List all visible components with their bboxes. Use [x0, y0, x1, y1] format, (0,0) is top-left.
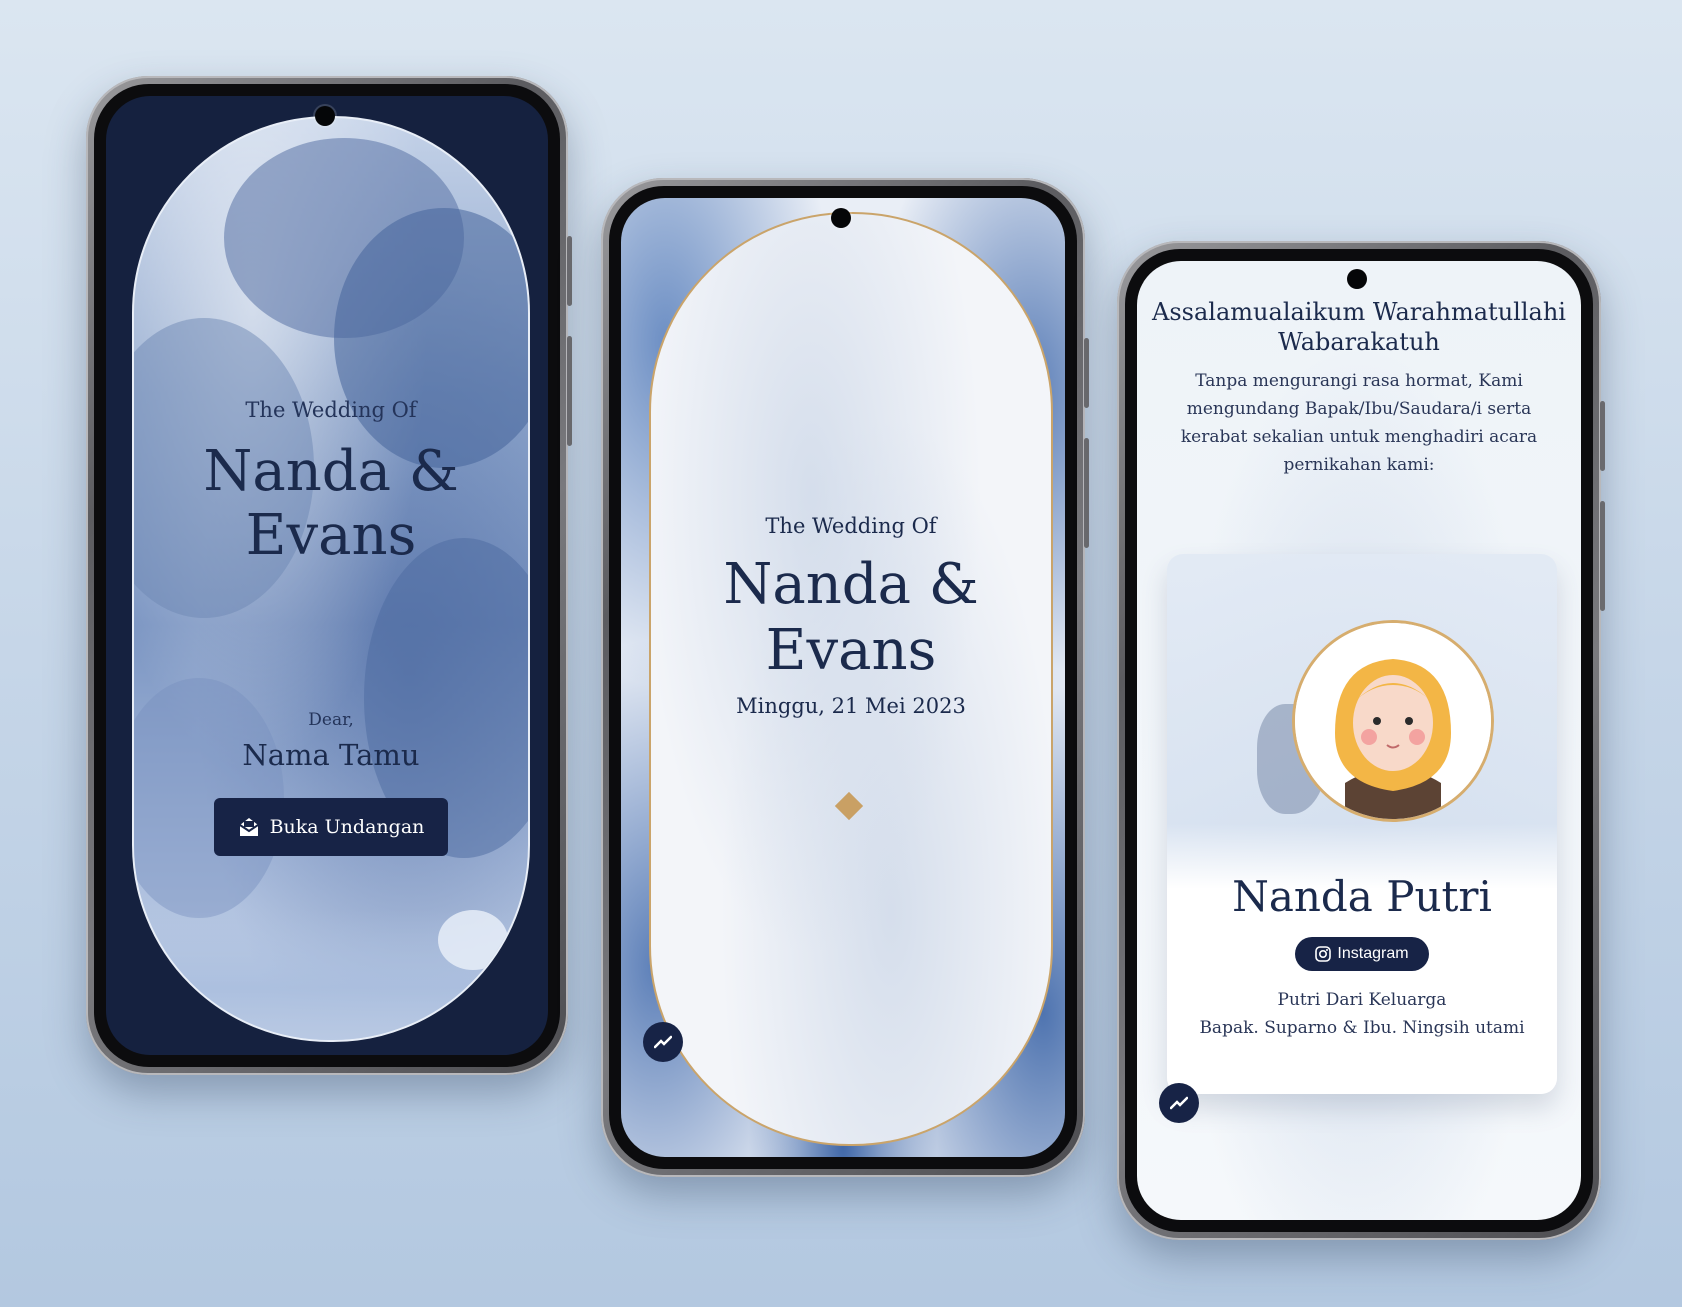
instagram-label: Instagram — [1337, 945, 1409, 962]
instagram-icon — [1315, 946, 1332, 962]
auto-scroll-icon — [654, 1035, 672, 1049]
intro-line4: pernikahan kami: — [1283, 455, 1435, 475]
phone-mockup-couple: Assalamualaikum Warahmatullahi Wabarakat… — [1117, 241, 1605, 1240]
cover-screen: The Wedding Of Nanda & Evans Dear, Nama … — [106, 96, 548, 1055]
side-button — [1084, 438, 1089, 548]
bride-avatar — [1292, 620, 1494, 822]
intro-line2: mengundang Bapak/Ibu/Saudara/i serta — [1186, 399, 1532, 419]
auto-scroll-button[interactable] — [1159, 1083, 1199, 1123]
wedding-heading: The Wedding Of — [765, 514, 937, 538]
couple-screen: Assalamualaikum Warahmatullahi Wabarakat… — [1137, 261, 1581, 1220]
wedding-heading: The Wedding Of — [245, 398, 417, 422]
bride-illustration — [1295, 623, 1491, 819]
side-button — [1600, 501, 1605, 611]
phone-bezel: The Wedding Of Nanda & Evans Dear, Nama … — [94, 84, 560, 1067]
family-line1: Putri Dari Keluarga — [1277, 990, 1447, 1010]
couple-names-line1: Nanda & — [723, 552, 979, 617]
cover-arch-frame: The Wedding Of Nanda & Evans Dear, Nama … — [132, 116, 530, 1042]
auto-scroll-button[interactable] — [643, 1022, 683, 1062]
side-button — [567, 336, 572, 446]
open-invitation-label: Buka Undangan — [269, 816, 425, 838]
intro-line1: Tanpa mengurangi rasa hormat, Kami — [1195, 371, 1523, 391]
couple-names-line2: Evans — [765, 618, 937, 683]
open-invitation-button[interactable]: Buka Undangan — [214, 798, 448, 856]
bride-name: Nanda Putri — [1232, 872, 1492, 921]
instagram-button[interactable]: Instagram — [1295, 937, 1429, 971]
family-line2: Bapak. Suparno & Ibu. Ningsih utami — [1199, 1018, 1525, 1038]
side-button — [1084, 338, 1089, 408]
rose-shape — [438, 910, 508, 970]
phone-bezel: The Wedding Of Nanda & Evans Minggu, 21 … — [609, 186, 1077, 1169]
wedding-date: Minggu, 21 Mei 2023 — [736, 694, 966, 718]
dear-label: Dear, — [308, 710, 354, 730]
greeting-line1: Assalamualaikum Warahmatullahi — [1152, 298, 1566, 326]
title-arch-frame: The Wedding Of Nanda & Evans Minggu, 21 … — [649, 212, 1053, 1146]
couple-names-line1: Nanda & — [203, 439, 459, 504]
camera-hole — [315, 106, 335, 126]
phone-bezel: Assalamualaikum Warahmatullahi Wabarakat… — [1125, 249, 1593, 1232]
greeting-line2: Wabarakatuh — [1278, 328, 1440, 356]
couple-names-line2: Evans — [245, 503, 417, 568]
gold-diamond-ornament — [834, 791, 864, 821]
envelope-open-icon — [238, 817, 260, 837]
phone-mockup-title: The Wedding Of Nanda & Evans Minggu, 21 … — [601, 178, 1089, 1177]
camera-hole — [831, 208, 851, 228]
intro-line3: kerabat sekalian untuk menghadiri acara — [1180, 427, 1538, 447]
guest-name: Nama Tamu — [242, 738, 420, 772]
title-screen: The Wedding Of Nanda & Evans Minggu, 21 … — [621, 198, 1065, 1157]
bride-card: Nanda Putri Instagram Putri Dari Keluarg… — [1167, 554, 1557, 1094]
auto-scroll-icon — [1170, 1096, 1188, 1110]
phone-mockup-cover: The Wedding Of Nanda & Evans Dear, Nama … — [86, 76, 572, 1075]
side-button — [1600, 401, 1605, 471]
side-button — [567, 236, 572, 306]
camera-hole — [1347, 269, 1367, 289]
